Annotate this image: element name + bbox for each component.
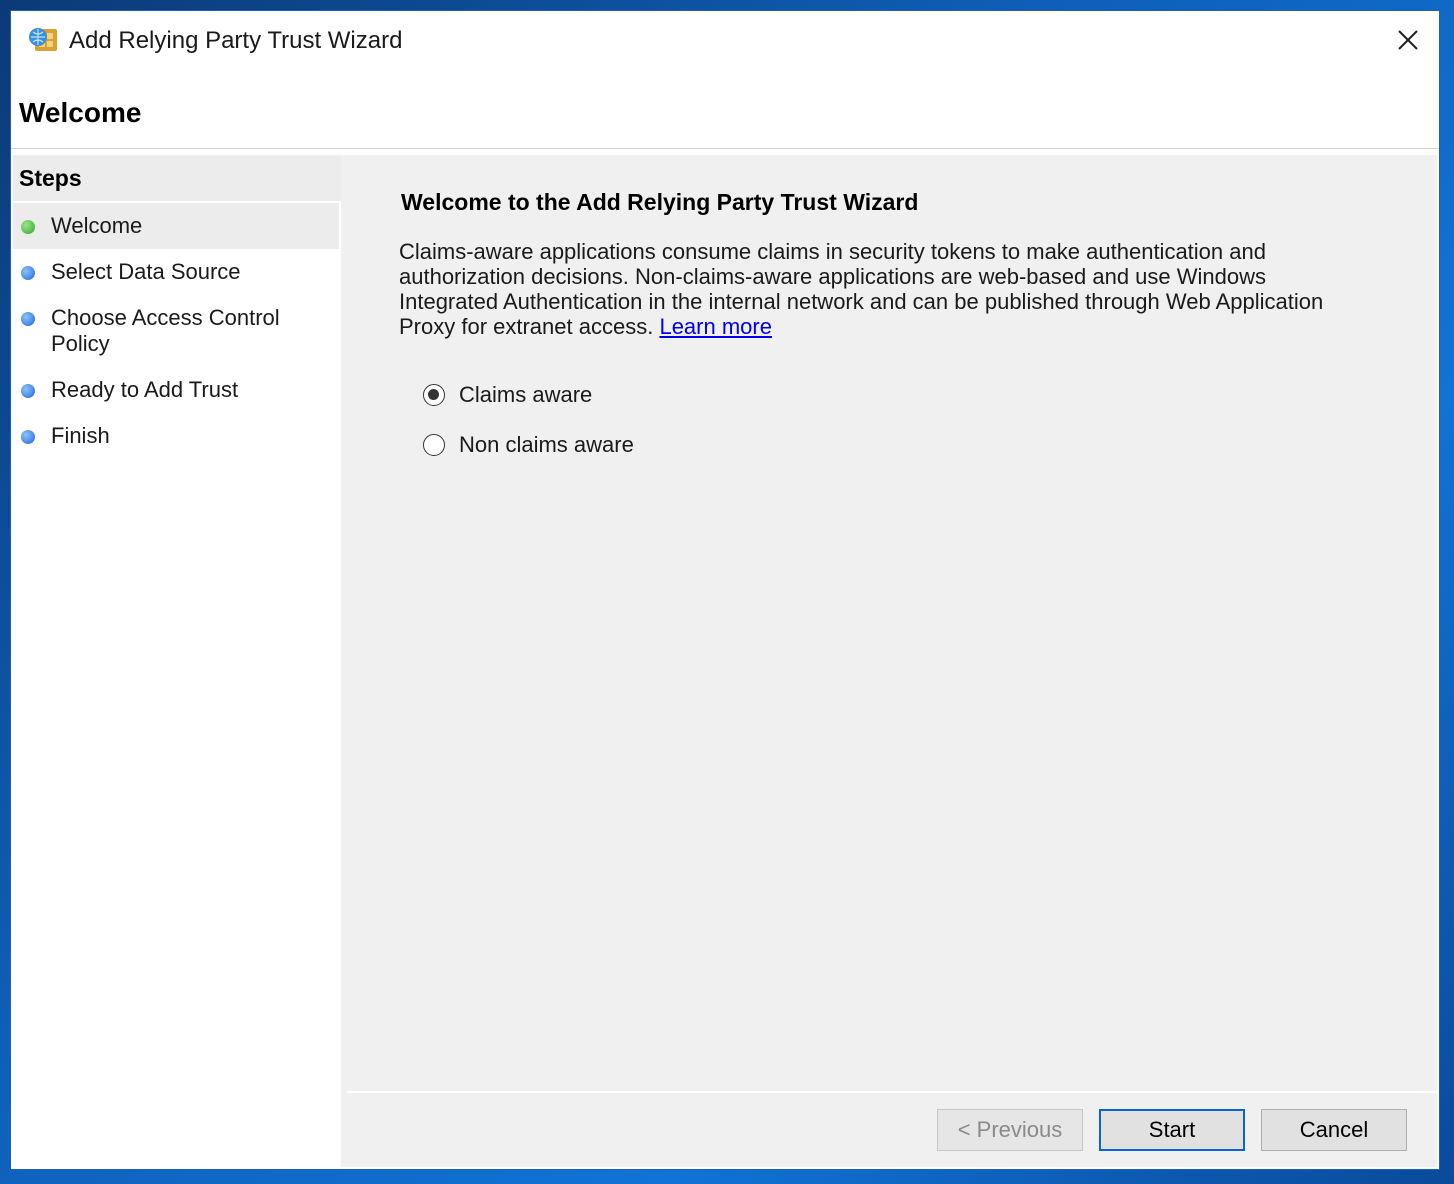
- cancel-button[interactable]: Cancel: [1261, 1109, 1407, 1151]
- close-icon: [1398, 30, 1418, 50]
- step-label: Select Data Source: [51, 259, 241, 284]
- non-claims-aware-radio-option[interactable]: Non claims aware: [423, 432, 634, 458]
- page-title: Welcome: [19, 97, 142, 128]
- claims-aware-radio[interactable]: [423, 384, 445, 406]
- step-label: Choose Access Control Policy: [51, 305, 280, 356]
- step-status-blue-icon: [21, 266, 35, 280]
- wizard-window: Add Relying Party Trust Wizard Welcome S…: [10, 10, 1440, 1170]
- header-divider: [11, 148, 1439, 149]
- content-heading: Welcome to the Add Relying Party Trust W…: [401, 189, 919, 215]
- radio-label: Claims aware: [459, 382, 593, 407]
- step-status-blue-icon: [21, 384, 35, 398]
- wizard-content: Welcome to the Add Relying Party Trust W…: [347, 155, 1437, 1167]
- claims-aware-radio-option[interactable]: Claims aware: [423, 382, 592, 408]
- window-title: Add Relying Party Trust Wizard: [69, 27, 403, 54]
- previous-button[interactable]: < Previous: [937, 1109, 1083, 1151]
- adfs-app-icon: [29, 28, 57, 51]
- step-status-blue-icon: [21, 312, 35, 326]
- footer-divider: [347, 1091, 1437, 1093]
- description-body: Claims-aware applications consume claims…: [399, 239, 1324, 339]
- step-label: Ready to Add Trust: [51, 377, 239, 402]
- step-ready-to-add-trust: Ready to Add Trust: [13, 377, 339, 403]
- close-button[interactable]: [1377, 11, 1439, 69]
- step-choose-access-control-policy: Choose Access Control Policy: [13, 305, 339, 357]
- learn-more-link[interactable]: Learn more: [659, 314, 772, 339]
- steps-heading: Steps: [13, 155, 341, 201]
- step-label: Welcome: [51, 213, 143, 238]
- radio-label: Non claims aware: [459, 432, 634, 457]
- step-label: Finish: [51, 423, 110, 448]
- step-finish: Finish: [13, 423, 339, 449]
- steps-sidebar: Steps Welcome Select Data Source Choose …: [13, 155, 347, 1167]
- title-bar: Add Relying Party Trust Wizard: [11, 11, 1439, 69]
- step-welcome: Welcome: [13, 203, 339, 249]
- step-status-green-icon: [21, 220, 35, 234]
- step-status-blue-icon: [21, 430, 35, 444]
- description-text: Claims-aware applications consume claims…: [399, 239, 1349, 339]
- step-select-data-source: Select Data Source: [13, 259, 339, 285]
- non-claims-aware-radio[interactable]: [423, 434, 445, 456]
- start-button[interactable]: Start: [1099, 1109, 1245, 1151]
